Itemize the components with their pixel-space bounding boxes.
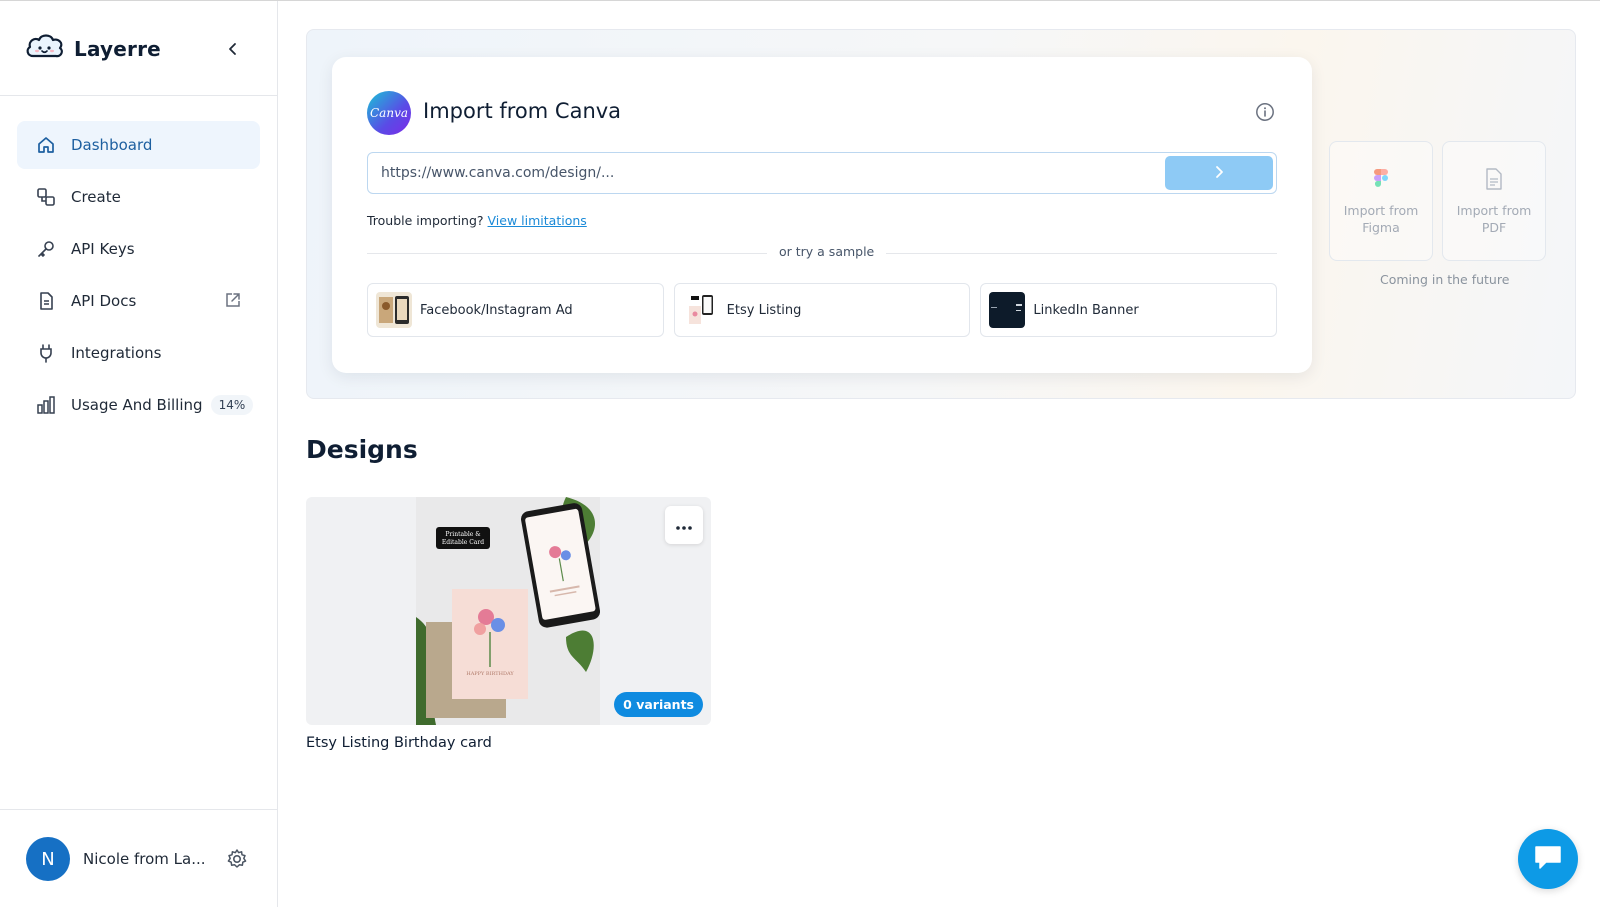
sidebar-item-usage-billing[interactable]: Usage And Billing 14% [17,381,260,429]
sample-thumbnail [989,292,1026,328]
sample-label: LinkedIn Banner [1033,302,1139,318]
import-title: Import from Canva [423,99,622,123]
sidebar-item-integrations[interactable]: Integrations [17,329,260,377]
trouble-importing-text: Trouble importing? View limitations [367,213,587,228]
info-icon[interactable] [1255,102,1275,122]
design-card[interactable]: HAPPY BIRTHDAY Printable & Editable Card… [306,497,711,725]
sidebar-item-label: API Keys [71,240,135,258]
sidebar-item-label: Dashboard [71,136,153,154]
sidebar-item-label: API Docs [71,292,137,310]
canva-url-field [367,152,1277,194]
pdf-tile-label-line1: Import from [1456,203,1532,218]
sidebar-divider [0,809,278,810]
external-link-icon [224,291,242,313]
sample-list: Facebook/Instagram Ad Etsy Listing Linke… [367,283,1278,337]
canva-url-input[interactable] [368,153,1168,193]
sample-thumbnail [682,292,719,328]
sample-thumbnail [376,292,412,328]
import-from-figma-tile: Import from Figma [1329,141,1433,261]
sidebar-divider [0,95,278,96]
sample-facebook-instagram-ad[interactable]: Facebook/Instagram Ad [367,283,664,337]
more-horizontal-icon [675,516,693,535]
card-tag-line1: Printable & [445,531,481,538]
coming-in-future-label: Coming in the future [1380,272,1510,287]
home-icon [35,134,57,156]
chat-support-button[interactable] [1518,829,1578,889]
canva-logo: Canva [367,91,411,135]
sidebar-item-label: Create [71,188,121,206]
gear-icon[interactable] [226,848,248,870]
figma-tile-label-line1: Import from [1343,203,1419,218]
usage-badge: 14% [210,395,254,415]
card-caption-text: HAPPY BIRTHDAY [466,671,514,677]
design-name[interactable]: Etsy Listing Birthday card [306,735,492,751]
design-thumbnail: HAPPY BIRTHDAY Printable & Editable Card [416,497,601,725]
view-limitations-link[interactable]: View limitations [488,213,587,228]
canva-import-card: Canva Import from Canva Trouble importin… [332,57,1312,373]
sidebar-item-api-keys[interactable]: API Keys [17,225,260,273]
bar-chart-icon [35,394,57,416]
sidebar-item-api-docs[interactable]: API Docs [17,277,260,325]
user-name: Nicole from La... [83,850,206,868]
figma-tile-label-line2: Figma [1362,220,1400,235]
chat-icon [1533,843,1563,875]
user-profile[interactable]: N Nicole from La... [26,837,248,881]
sample-label: Etsy Listing [726,302,802,318]
pdf-tile-label-line2: PDF [1481,220,1507,235]
plug-icon [35,342,57,364]
pdf-file-icon [1485,168,1503,194]
brand-name: Layerre [74,37,161,61]
designs-heading: Designs [306,435,418,464]
cloud-logo-icon [24,29,66,69]
avatar: N [26,837,70,881]
key-icon [35,238,57,260]
figma-icon [1373,168,1389,194]
document-icon [35,290,57,312]
or-try-sample-label: or try a sample [767,244,887,259]
trouble-label: Trouble importing? [367,213,484,228]
sample-label: Facebook/Instagram Ad [420,302,573,318]
collapse-sidebar-button[interactable] [222,39,244,61]
sidebar: Layerre Dashboard Create API Keys API Do… [0,1,278,907]
sidebar-item-label: Integrations [71,344,162,362]
chevron-left-icon [226,41,240,60]
sidebar-nav: Dashboard Create API Keys API Docs Integ… [17,121,260,433]
chevron-right-icon [1212,164,1226,183]
brand[interactable]: Layerre [24,31,161,67]
card-tag-line2: Editable Card [442,539,484,546]
shapes-icon [35,186,57,208]
sample-linkedin-banner[interactable]: LinkedIn Banner [980,283,1278,337]
sidebar-item-label: Usage And Billing [71,396,203,414]
sample-etsy-listing[interactable]: Etsy Listing [673,283,971,337]
import-submit-button[interactable] [1165,156,1273,190]
import-from-pdf-tile: Import from PDF [1442,141,1546,261]
sidebar-item-dashboard[interactable]: Dashboard [17,121,260,169]
design-more-options-button[interactable] [665,506,703,544]
sidebar-item-create[interactable]: Create [17,173,260,221]
variants-badge: 0 variants [614,692,703,717]
